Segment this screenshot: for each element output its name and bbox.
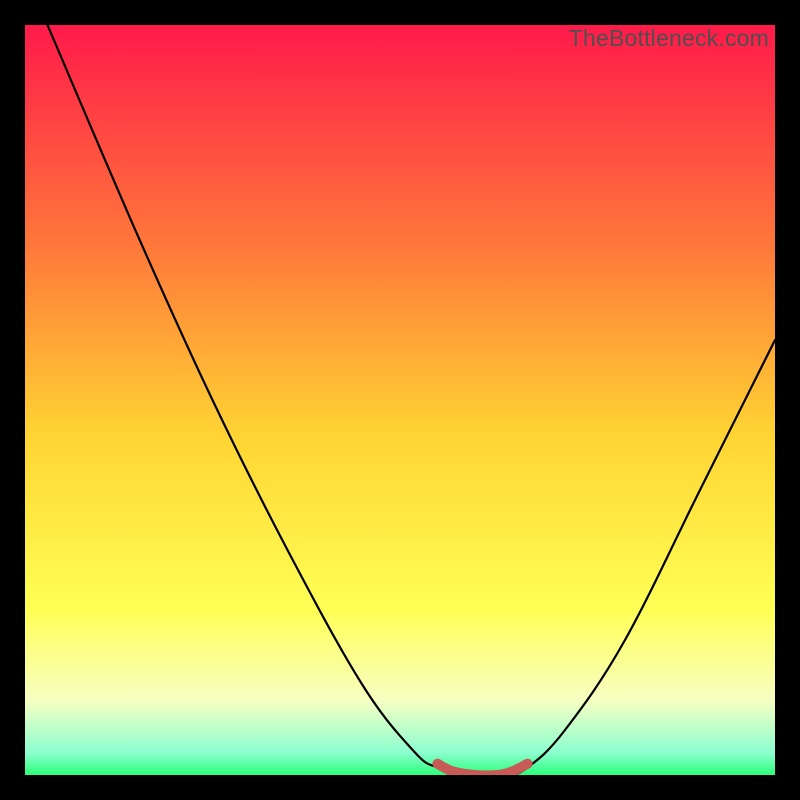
highlight-end-marker (523, 759, 533, 769)
highlight-segment (438, 764, 528, 775)
plot-area: TheBottleneck.com (25, 25, 775, 775)
curve-path (48, 25, 776, 775)
highlight-start-marker (433, 759, 443, 769)
bottleneck-curve (25, 25, 775, 775)
chart-frame: TheBottleneck.com (0, 0, 800, 800)
